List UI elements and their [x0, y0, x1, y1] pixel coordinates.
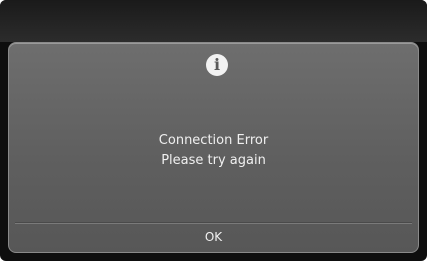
button-divider — [15, 222, 412, 223]
dialog-message: Connection Error Please try again — [9, 131, 418, 171]
device-screen: i Connection Error Please try again OK — [0, 0, 427, 261]
error-dialog: i Connection Error Please try again OK — [8, 42, 419, 253]
ok-button[interactable]: OK — [15, 224, 412, 250]
info-icon: i — [206, 54, 228, 76]
status-bar — [0, 0, 427, 42]
error-title: Connection Error — [158, 133, 269, 148]
error-subtitle: Please try again — [161, 153, 266, 168]
